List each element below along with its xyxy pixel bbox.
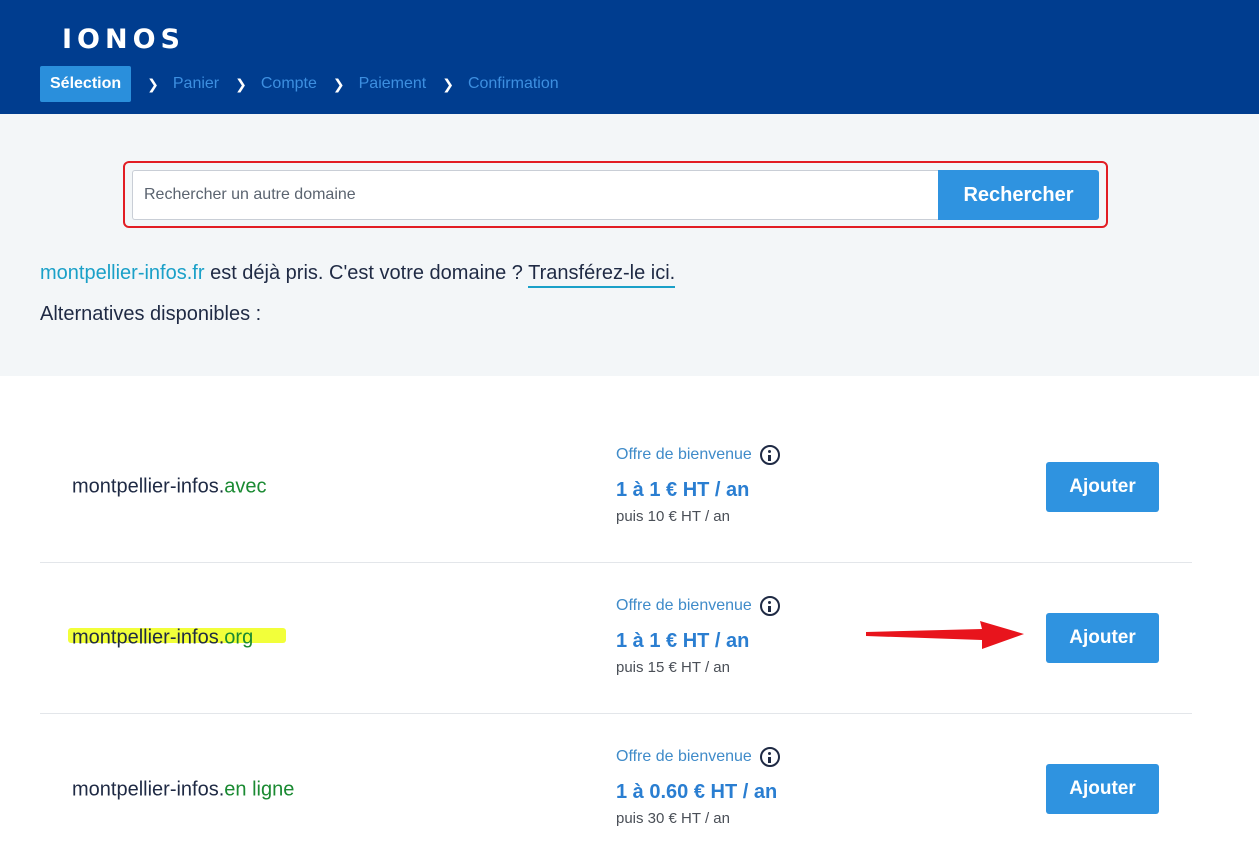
offer-block: Offre de bienvenue 1 à 1 € HT / an puis … (616, 445, 876, 525)
renewal-price: puis 15 € HT / an (616, 659, 730, 676)
search-section (0, 114, 1259, 376)
offer-block: Offre de bienvenue 1 à 1 € HT / an puis … (616, 596, 876, 676)
offer-price: 1 à 0.60 € HT / an (616, 781, 778, 803)
top-header: IONOS Sélection ❯ Panier ❯ Compte ❯ Paie… (0, 0, 1259, 114)
chevron-right-icon: ❯ (147, 76, 159, 92)
alternatives-title: Alternatives disponibles : (40, 303, 262, 325)
offer-label: Offre de bienvenue (616, 597, 752, 614)
step-paiement[interactable]: Paiement (359, 75, 427, 93)
taken-text: est déjà pris. C'est votre domaine ? (204, 262, 529, 284)
renewal-price: puis 10 € HT / an (616, 508, 730, 525)
info-icon[interactable] (759, 445, 780, 465)
domain-tld: en ligne (224, 778, 295, 800)
domain-tld: avec (224, 475, 267, 498)
add-button[interactable]: Ajouter (1046, 764, 1159, 814)
ionos-logo[interactable]: IONOS (62, 24, 185, 55)
renewal-price: puis 30 € HT / an (616, 810, 730, 827)
add-button[interactable]: Ajouter (1046, 613, 1159, 663)
offer-price: 1 à 1 € HT / an (616, 630, 750, 652)
info-icon[interactable] (759, 747, 780, 767)
domain-result-row: montpellier-infos.en ligne Offre de bien… (40, 714, 1192, 863)
chevron-right-icon: ❯ (442, 76, 454, 92)
info-icon[interactable] (759, 596, 780, 616)
offer-price: 1 à 1 € HT / an (616, 479, 750, 501)
step-confirmation[interactable]: Confirmation (468, 75, 559, 93)
taken-domain: montpellier-infos.fr (40, 262, 205, 284)
chevron-right-icon: ❯ (332, 76, 345, 92)
domain-name: montpellier-infos.en ligne (72, 778, 295, 800)
offer-block: Offre de bienvenue 1 à 0.60 € HT / an pu… (616, 747, 876, 827)
offer-label: Offre de bienvenue (616, 748, 752, 765)
domain-name: montpellier-infos.avec (72, 475, 267, 498)
domain-search-input[interactable] (132, 170, 938, 220)
arrow-annotation (866, 621, 1024, 649)
offer-label: Offre de bienvenue (616, 446, 752, 463)
domain-taken-message: montpellier-infos.fr est déjà pris. C'es… (40, 262, 676, 288)
checkout-steps: Sélection ❯ Panier ❯ Compte ❯ Paiement ❯… (40, 66, 559, 102)
domain-result-row: montpellier-infos.avec Offre de bienvenu… (40, 412, 1192, 563)
chevron-right-icon: ❯ (235, 76, 247, 92)
domain-tld: org (224, 626, 254, 649)
search-button[interactable]: Rechercher (938, 170, 1099, 220)
step-panier[interactable]: Panier (173, 75, 219, 93)
add-button[interactable]: Ajouter (1046, 462, 1159, 512)
step-selection[interactable]: Sélection (40, 66, 132, 102)
transfer-link[interactable]: Transférez-le ici. (528, 262, 676, 288)
step-compte[interactable]: Compte (261, 75, 317, 93)
domain-name: montpellier-infos.org (72, 626, 254, 649)
